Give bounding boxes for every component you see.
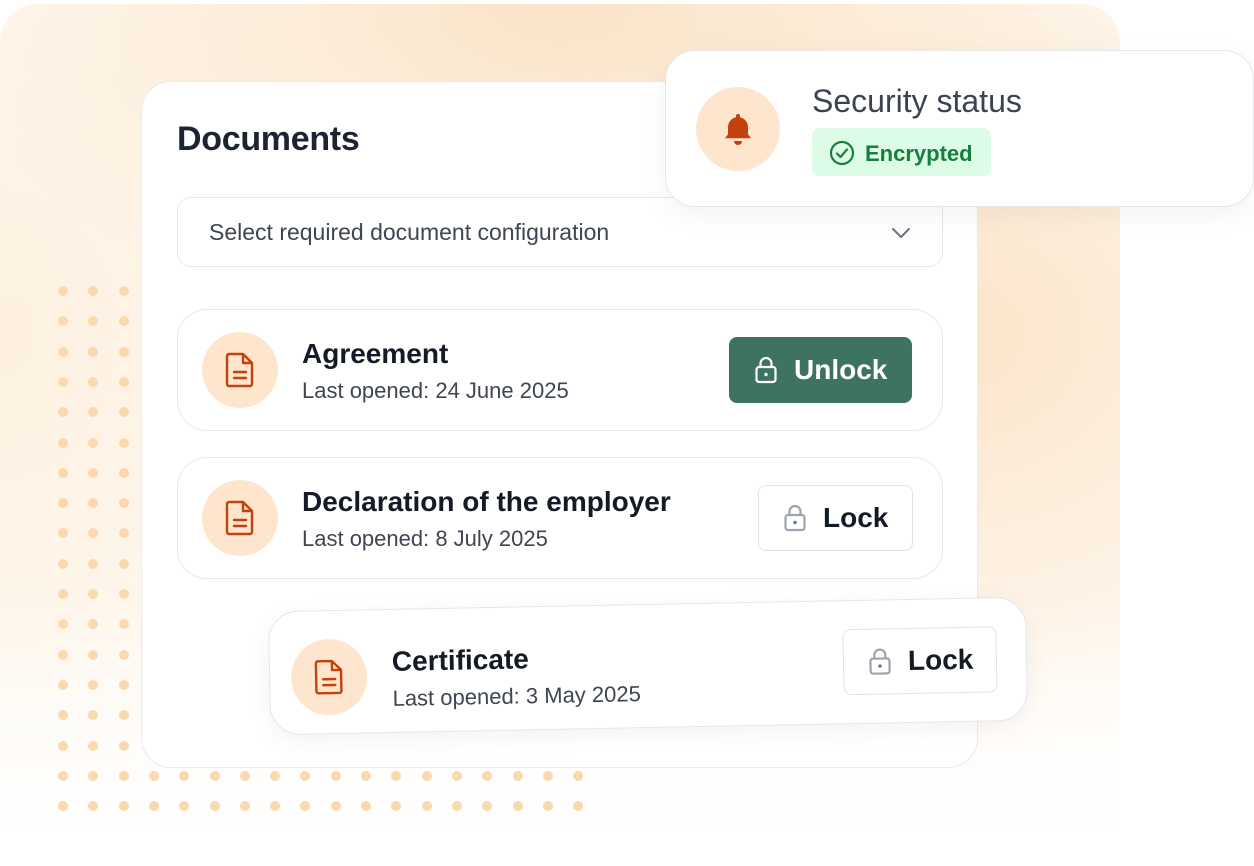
file-text-icon <box>290 638 368 716</box>
chevron-down-icon <box>892 228 910 238</box>
document-row-declaration: Declaration of the employer Last opened:… <box>177 457 943 579</box>
security-status-card: Security status Encrypted <box>665 50 1254 207</box>
security-status-title: Security status <box>812 83 1022 119</box>
document-name: Declaration of the employer <box>302 486 671 517</box>
last-opened: Last opened: 24 June 2025 <box>302 378 569 403</box>
lock-icon <box>755 356 777 384</box>
status-badge-label: Encrypted <box>865 141 973 166</box>
lock-icon <box>869 648 891 675</box>
file-text-icon <box>202 332 278 408</box>
last-opened: Last opened: 3 May 2025 <box>392 681 642 711</box>
bell-icon <box>696 87 780 171</box>
document-row-certificate: Certificate Last opened: 3 May 2025 Lock <box>267 596 1029 736</box>
unlock-button-label: Unlock <box>794 354 888 385</box>
lock-button-label: Lock <box>823 502 889 533</box>
lock-button-label: Lock <box>907 643 974 677</box>
document-row-agreement: Agreement Last opened: 24 June 2025 Unlo… <box>177 309 943 431</box>
file-text-icon <box>202 480 278 556</box>
document-config-select[interactable]: Select required document configuration <box>177 197 943 267</box>
lock-icon <box>784 504 806 532</box>
document-name: Certificate <box>391 643 530 677</box>
last-opened: Last opened: 8 July 2025 <box>302 526 548 551</box>
lock-button[interactable]: Lock <box>842 626 998 696</box>
status-badge: Encrypted <box>812 128 991 176</box>
check-circle-icon <box>829 140 855 166</box>
document-name: Agreement <box>302 338 449 369</box>
page-title: Documents <box>177 120 360 158</box>
select-placeholder: Select required document configuration <box>209 219 610 245</box>
lock-button[interactable]: Lock <box>758 485 913 551</box>
unlock-button[interactable]: Unlock <box>729 337 912 403</box>
